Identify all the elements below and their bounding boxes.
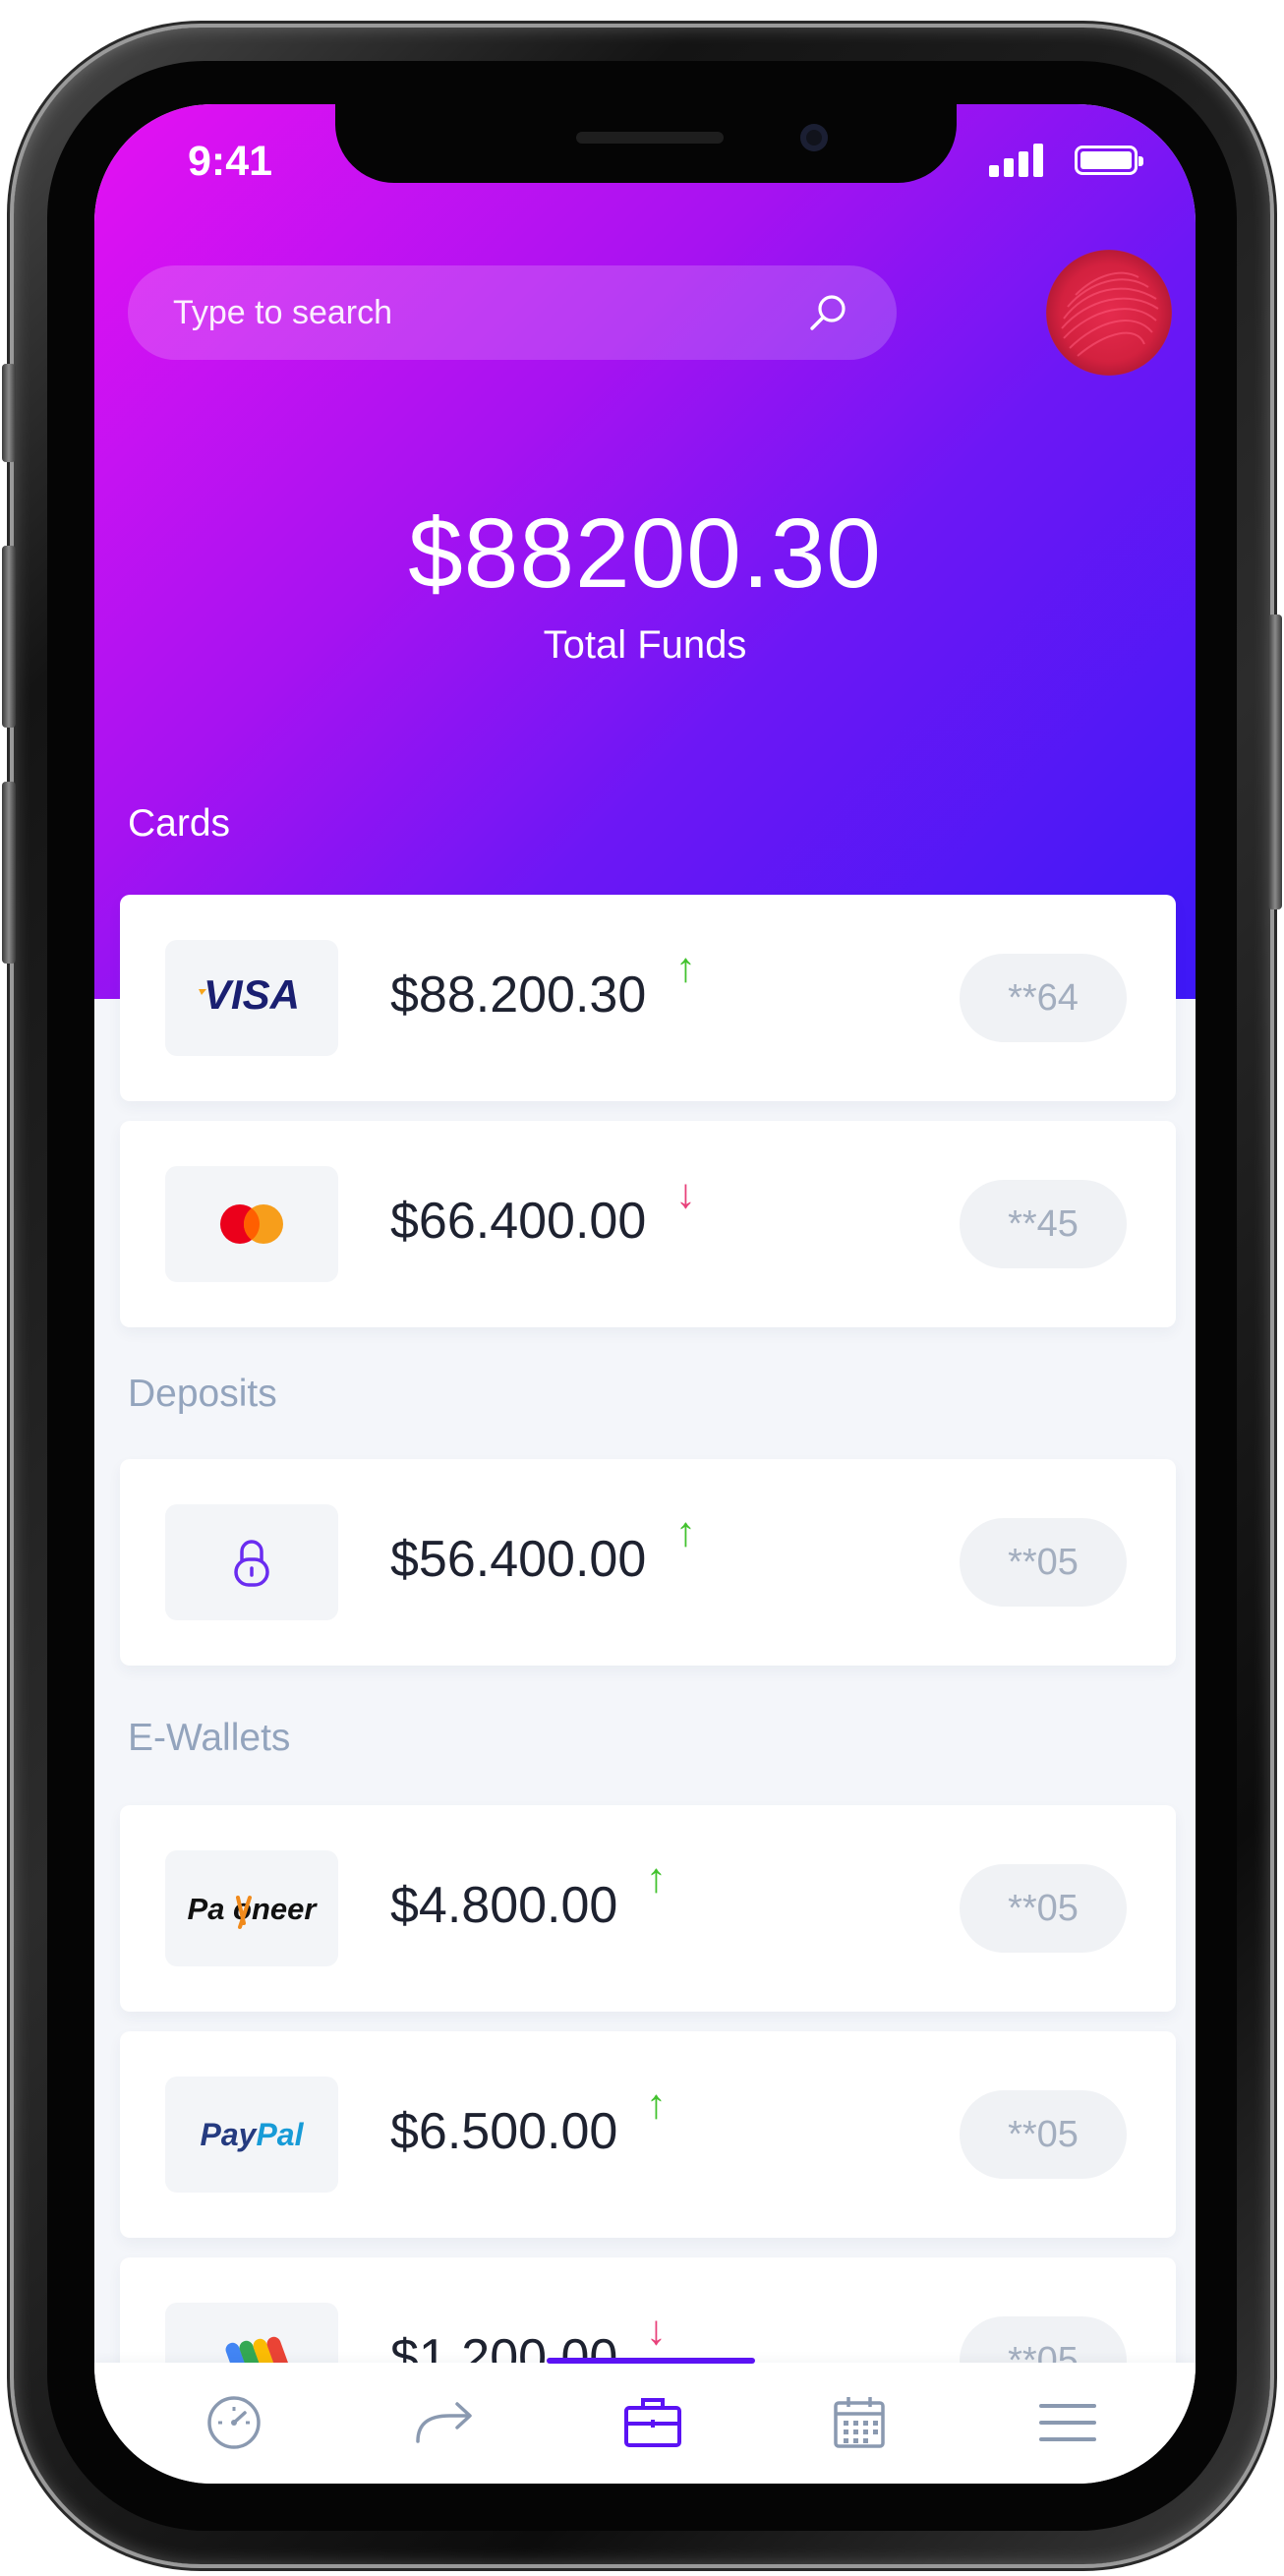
total-funds-label: Total Funds (543, 623, 747, 667)
svg-text:Pa oneer: Pa oneer (188, 1892, 319, 1926)
avatar[interactable] (1046, 250, 1172, 376)
visa-logo: VISA (165, 940, 338, 1056)
payoneer-logo: Pa oneer (165, 1850, 338, 1966)
trend-down-icon: ↓ (646, 2307, 667, 2353)
search-icon[interactable] (806, 291, 849, 334)
volume-down-button (2, 782, 16, 964)
active-tab-indicator (547, 2358, 755, 2364)
search-input[interactable] (173, 265, 802, 360)
app-screen: 9:41 $88200.30 Total Funds Cards (94, 104, 1196, 2484)
account-row-paypal[interactable]: PayPal $6.500.00 ↑ **05 (120, 2031, 1176, 2238)
power-button (1268, 615, 1282, 909)
speedometer-icon (207, 2396, 261, 2449)
search-bar[interactable] (128, 265, 897, 360)
briefcase-icon (624, 2398, 681, 2447)
tab-bar (94, 2363, 1196, 2484)
trend-up-icon: ↑ (675, 944, 696, 990)
account-amount: $88.200.30 (390, 966, 647, 1024)
battery-icon (1075, 146, 1143, 175)
account-number-badge: **45 (960, 1180, 1127, 1268)
section-title-deposits: Deposits (128, 1373, 277, 1415)
svg-text:PayPal: PayPal (201, 2117, 305, 2152)
share-arrow-icon (416, 2402, 472, 2443)
trend-up-icon: ↑ (646, 1854, 667, 1901)
account-row-mastercard[interactable]: $66.400.00 ↓ **45 (120, 1121, 1176, 1327)
svg-text:VISA: VISA (204, 971, 300, 1018)
signal-icon (989, 144, 1048, 177)
account-number-badge: **64 (960, 954, 1127, 1042)
trend-up-icon: ↑ (646, 2080, 667, 2127)
account-number-badge: **05 (960, 1864, 1127, 1953)
calendar-icon (834, 2397, 885, 2448)
menu-icon (1039, 2404, 1096, 2441)
status-time: 9:41 (188, 138, 273, 185)
tab-dashboard[interactable] (159, 2363, 307, 2484)
tab-transfer[interactable] (368, 2363, 515, 2484)
lock-icon (165, 1504, 338, 1620)
account-amount: $66.400.00 (390, 1193, 647, 1250)
speaker (576, 132, 724, 144)
silent-switch (2, 364, 16, 462)
tab-menu[interactable] (993, 2363, 1140, 2484)
account-amount: $4.800.00 (390, 1877, 618, 1934)
account-number-badge: **05 (960, 2090, 1127, 2179)
avatar-pattern (1061, 271, 1159, 357)
account-row-payoneer[interactable]: Pa oneer $4.800.00 ↑ **05 (120, 1805, 1176, 2012)
volume-up-button (2, 546, 16, 728)
notch (335, 104, 957, 183)
front-camera (800, 124, 828, 151)
account-row-visa[interactable]: VISA $88.200.30 ↑ **64 (120, 895, 1176, 1101)
section-title-cards: Cards (128, 802, 231, 845)
trend-down-icon: ↓ (675, 1170, 696, 1216)
account-row-deposit[interactable]: $56.400.00 ↑ **05 (120, 1459, 1176, 1666)
tab-calendar[interactable] (785, 2363, 932, 2484)
account-amount: $56.400.00 (390, 1531, 647, 1588)
section-title-ewallets: E-Wallets (128, 1717, 291, 1759)
account-number-badge: **05 (960, 1518, 1127, 1607)
total-funds-amount: $88200.30 (408, 498, 882, 609)
tab-wallet[interactable] (576, 2363, 724, 2484)
trend-up-icon: ↑ (675, 1508, 696, 1554)
paypal-logo: PayPal (165, 2077, 338, 2193)
mastercard-logo (165, 1166, 338, 1282)
account-amount: $6.500.00 (390, 2103, 618, 2160)
